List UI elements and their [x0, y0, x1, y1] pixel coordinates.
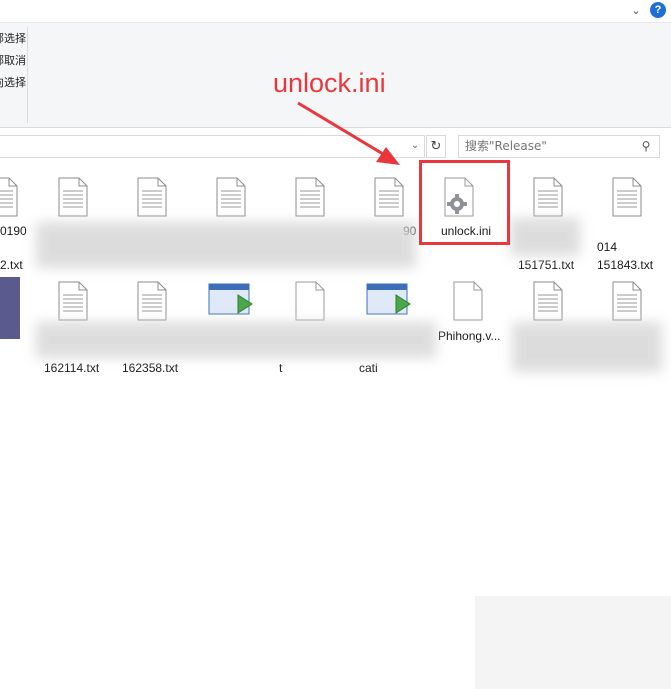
blank-file-icon[interactable]: [453, 281, 483, 321]
blank-file-icon[interactable]: [295, 281, 325, 321]
text-file-icon[interactable]: [58, 281, 88, 321]
file-label: 151751.txt: [518, 258, 575, 272]
text-file-icon[interactable]: [58, 177, 88, 217]
title-bar: ⌄ ?: [0, 0, 671, 23]
annotation-arrow: [297, 101, 400, 165]
text-file-icon[interactable]: [295, 177, 325, 217]
refresh-icon[interactable]: ↻: [426, 135, 446, 158]
image-thumbnail[interactable]: [0, 277, 20, 339]
select-none-item[interactable]: 全部取消: [0, 52, 26, 68]
file-label: 162114.txt: [44, 361, 100, 375]
file-label: 014: [597, 240, 618, 254]
file-label: 2.txt: [0, 258, 23, 272]
blurred-file-names: [510, 218, 580, 256]
blurred-file-names: [512, 322, 662, 372]
file-label: 0190: [0, 224, 27, 238]
text-file-icon[interactable]: [216, 177, 246, 217]
blurred-file-names: [36, 222, 416, 268]
text-file-icon[interactable]: [612, 177, 642, 217]
select-all-item[interactable]: 全部选择: [0, 30, 26, 46]
help-icon[interactable]: ?: [650, 2, 666, 18]
text-file-icon[interactable]: [0, 177, 18, 217]
text-file-icon[interactable]: [612, 281, 642, 321]
blurred-file-names: [36, 322, 436, 358]
text-file-icon[interactable]: [533, 281, 563, 321]
text-file-icon[interactable]: [137, 281, 167, 321]
text-file-icon[interactable]: [137, 177, 167, 217]
file-label: t: [279, 361, 283, 375]
text-file-icon[interactable]: [533, 177, 563, 217]
search-icon[interactable]: ⚲: [639, 138, 653, 154]
ribbon-separator: [27, 27, 28, 123]
file-label: Phihong.v...: [438, 329, 501, 343]
file-label: 162358.txt: [122, 361, 179, 375]
text-file-icon[interactable]: [374, 177, 404, 217]
search-box[interactable]: ⚲: [458, 135, 660, 158]
application-exe-icon[interactable]: [208, 283, 256, 319]
application-exe-icon[interactable]: [366, 283, 414, 319]
search-input[interactable]: [465, 138, 631, 154]
corner-panel: [475, 596, 671, 689]
chevron-down-icon[interactable]: ⌄: [628, 3, 644, 19]
highlight-box: [419, 160, 510, 245]
file-label: 151843.txt: [597, 258, 654, 272]
file-label: cati: [359, 361, 378, 375]
invert-selection-item[interactable]: 反向选择: [0, 74, 26, 90]
